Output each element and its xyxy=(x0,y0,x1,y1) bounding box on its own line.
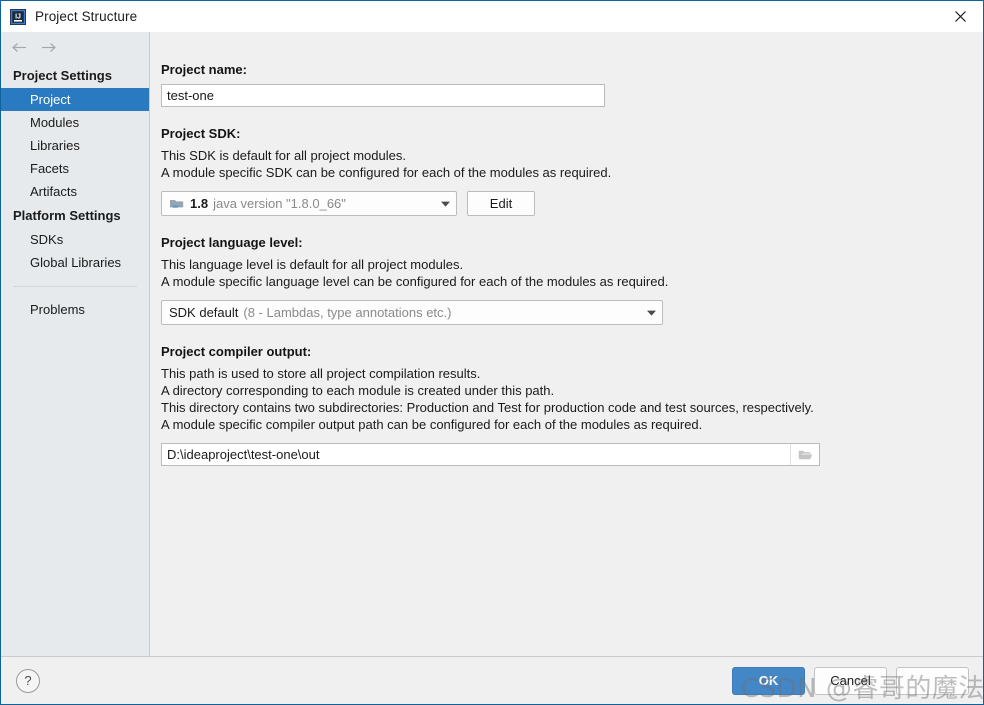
settings-sidebar: Project Settings Project Modules Librari… xyxy=(1,32,150,656)
sidebar-item-artifacts[interactable]: Artifacts xyxy=(1,180,149,203)
project-sdk-combo-label: 1.8 java version "1.8.0_66" xyxy=(169,196,434,211)
svg-text:IJ: IJ xyxy=(15,13,21,20)
project-structure-dialog: IJ Project Structure xyxy=(0,0,984,705)
cancel-button[interactable]: Cancel xyxy=(814,667,887,695)
project-sdk-row: 1.8 java version "1.8.0_66" Edit xyxy=(161,191,983,216)
project-sdk-label: Project SDK: xyxy=(161,126,983,142)
project-compiler-output-description-line-4: A module specific compiler output path c… xyxy=(161,416,983,433)
sidebar-item-sdks[interactable]: SDKs xyxy=(1,228,149,251)
chevron-down-icon[interactable] xyxy=(434,201,456,207)
project-compiler-output-description-line-1: This path is used to store all project c… xyxy=(161,365,983,382)
project-compiler-output-description-line-3: This directory contains two subdirectori… xyxy=(161,399,983,416)
sidebar-divider xyxy=(13,286,137,287)
ok-button[interactable]: OK xyxy=(732,667,805,695)
project-language-level-value-primary: SDK default xyxy=(169,305,238,320)
project-language-level-value-secondary: (8 - Lambdas, type annotations etc.) xyxy=(243,305,451,320)
project-language-level-description-line-2: A module specific language level can be … xyxy=(161,273,983,290)
project-language-level-combo-label: SDK default (8 - Lambdas, type annotatio… xyxy=(169,305,640,320)
project-sdk-description-line-2: A module specific SDK can be configured … xyxy=(161,164,983,181)
project-compiler-output-input[interactable]: D:\ideaproject\test-one\out xyxy=(161,443,820,466)
project-name-label: Project name: xyxy=(161,62,983,78)
sidebar-item-facets[interactable]: Facets xyxy=(1,157,149,180)
project-language-level-description-line-1: This language level is default for all p… xyxy=(161,256,983,273)
apply-button[interactable] xyxy=(896,667,969,695)
arrow-right-icon[interactable] xyxy=(40,42,56,53)
project-sdk-combobox[interactable]: 1.8 java version "1.8.0_66" xyxy=(161,191,457,216)
close-icon[interactable] xyxy=(937,1,983,32)
project-compiler-output-description-line-2: A directory corresponding to each module… xyxy=(161,382,983,399)
project-language-level-section: Project language level: This language le… xyxy=(161,235,983,325)
project-language-level-combobox[interactable]: SDK default (8 - Lambdas, type annotatio… xyxy=(161,300,663,325)
project-compiler-output-label: Project compiler output: xyxy=(161,344,983,360)
settings-content-panel: Project name: test-one Project SDK: This… xyxy=(150,32,983,656)
project-sdk-value-secondary: java version "1.8.0_66" xyxy=(213,196,346,211)
dialog-body: Project Settings Project Modules Librari… xyxy=(1,32,983,656)
window-title: Project Structure xyxy=(35,9,137,24)
sdk-folder-icon xyxy=(169,197,185,211)
arrow-left-icon[interactable] xyxy=(11,42,27,53)
chevron-down-icon[interactable] xyxy=(640,310,662,316)
navigation-buttons xyxy=(1,32,149,63)
project-sdk-section: Project SDK: This SDK is default for all… xyxy=(161,126,983,216)
project-name-section: Project name: test-one xyxy=(161,62,983,107)
footer-button-group: OK Cancel xyxy=(732,667,969,695)
project-name-input[interactable]: test-one xyxy=(161,84,605,107)
intellij-idea-logo-icon: IJ xyxy=(10,9,26,25)
sidebar-item-project[interactable]: Project xyxy=(1,88,149,111)
help-button-label: ? xyxy=(24,673,31,688)
sidebar-item-libraries[interactable]: Libraries xyxy=(1,134,149,157)
question-mark-icon[interactable]: ? xyxy=(16,669,40,693)
project-name-value: test-one xyxy=(167,85,214,106)
dialog-footer: ? OK Cancel xyxy=(1,656,983,704)
project-language-level-label: Project language level: xyxy=(161,235,983,251)
title-bar: IJ Project Structure xyxy=(1,1,983,32)
project-compiler-output-section: Project compiler output: This path is us… xyxy=(161,344,983,466)
project-compiler-output-value: D:\ideaproject\test-one\out xyxy=(162,447,790,462)
sidebar-group-project-settings: Project Settings xyxy=(1,63,149,88)
project-sdk-value-primary: 1.8 xyxy=(190,196,208,211)
sidebar-item-modules[interactable]: Modules xyxy=(1,111,149,134)
edit-sdk-button[interactable]: Edit xyxy=(467,191,535,216)
sidebar-item-global-libraries[interactable]: Global Libraries xyxy=(1,251,149,274)
sidebar-group-platform-settings: Platform Settings xyxy=(1,203,149,228)
project-sdk-description-line-1: This SDK is default for all project modu… xyxy=(161,147,983,164)
folder-open-icon[interactable] xyxy=(790,444,819,465)
sidebar-item-problems[interactable]: Problems xyxy=(1,298,149,321)
